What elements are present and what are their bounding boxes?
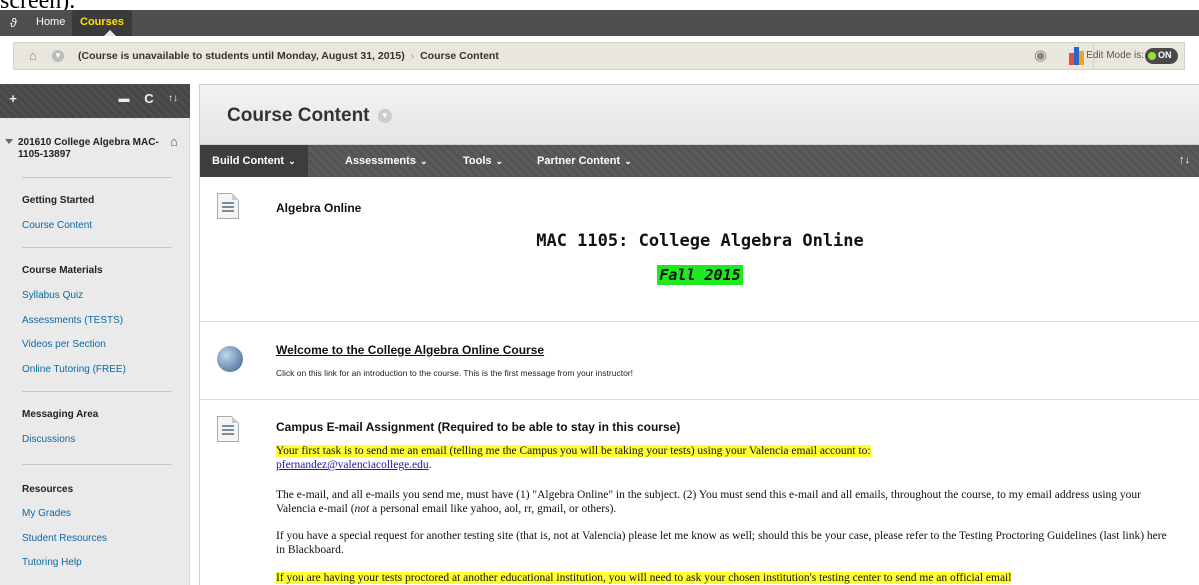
add-menu-item-icon[interactable]: + <box>6 92 20 106</box>
breadcrumb-bar: ⌂ ▼ (Course is unavailable to students u… <box>0 36 1199 80</box>
course-menu: + ▬ C ↑↓ 201610 College Algebra MAC-1105… <box>0 84 190 585</box>
menu-item-syllabus-quiz[interactable]: Syllabus Quiz <box>22 290 83 301</box>
partner-content-label: Partner Content <box>537 155 621 167</box>
edit-mode-label: Edit Mode is: <box>1086 50 1144 61</box>
collapse-triangle-icon[interactable] <box>5 139 13 144</box>
content-header: Course Content ▼ <box>200 85 1199 145</box>
menu-item-tutoring-help[interactable]: Tutoring Help <box>22 557 82 568</box>
course-name[interactable]: 201610 College Algebra MAC-1105-13897 <box>18 137 168 161</box>
content-item-email-assignment: Campus E-mail Assignment (Required to be… <box>200 400 1199 585</box>
menu-heading-resources: Resources <box>22 484 74 495</box>
menu-item-my-grades[interactable]: My Grades <box>22 508 71 519</box>
page-title-text: Course Content <box>227 105 370 126</box>
page: screen). ϑ Home Courses ⌂ ▼ (Course is u… <box>0 0 1199 585</box>
page-title: Course Content ▼ <box>227 105 392 127</box>
assessments-label: Assessments <box>345 155 416 167</box>
term-text: Fall 2015 <box>657 265 743 285</box>
divider <box>22 464 172 465</box>
content-item-welcome: Welcome to the College Algebra Online Co… <box>200 322 1199 400</box>
menu-item-discussions[interactable]: Discussions <box>22 434 75 445</box>
chevron-down-icon[interactable]: ▼ <box>52 50 64 62</box>
build-content-button[interactable]: Build Content ⌄ <box>200 145 308 177</box>
reorder-icon[interactable]: ↑↓ <box>1179 154 1190 166</box>
course-tools-icon[interactable] <box>1069 47 1084 65</box>
chevron-down-icon[interactable]: ▼ <box>377 108 392 123</box>
home-icon[interactable]: ⌂ <box>29 49 43 63</box>
menu-heading-getting-started: Getting Started <box>22 195 95 206</box>
partner-content-button[interactable]: Partner Content ⌄ <box>525 145 644 177</box>
document-icon <box>217 193 239 219</box>
chevron-down-icon: ⌄ <box>419 156 428 166</box>
menu-item-assessments[interactable]: Assessments (TESTS) <box>22 315 123 326</box>
document-icon <box>217 416 239 442</box>
menu-item-videos[interactable]: Videos per Section <box>22 339 106 350</box>
email-link[interactable]: pfernandez@valenciacollege.edu <box>276 459 429 471</box>
top-nav: ϑ Home Courses <box>0 10 1199 36</box>
breadcrumb-separator: › <box>410 50 415 62</box>
action-bar: Build Content ⌄ Assessments ⌄ Tools ⌄ Partn… <box>200 145 1199 177</box>
content-area: Course Content ▼ Build Content ⌄ Assessme… <box>199 84 1199 585</box>
course-menu-toolbar: + ▬ C ↑↓ <box>0 84 190 118</box>
folder-view-icon[interactable]: ▬ <box>117 92 131 106</box>
edit-mode-toggle[interactable]: ON <box>1145 48 1178 64</box>
menu-heading-course-materials: Course Materials <box>22 265 103 276</box>
divider <box>22 177 172 178</box>
edit-mode-value: ON <box>1158 50 1172 60</box>
sort-icon[interactable]: ↑↓ <box>166 92 180 106</box>
tools-button[interactable]: Tools ⌄ <box>451 145 515 177</box>
paragraph-2: The e-mail, and all e-mails you send me,… <box>276 488 1176 516</box>
term-heading: Fall 2015 <box>200 265 1199 285</box>
menu-item-course-content[interactable]: Course Content <box>22 220 92 231</box>
welcome-link[interactable]: Welcome to the College Algebra Online Co… <box>276 343 544 357</box>
chevron-down-icon: ⌄ <box>624 156 632 166</box>
blackboard-logo-icon[interactable]: ϑ <box>10 16 24 30</box>
divider <box>22 391 172 392</box>
tab-home[interactable]: Home <box>28 10 73 36</box>
item-title: Campus E-mail Assignment (Required to be… <box>276 420 681 434</box>
highlighted-text: Your first task is to send me an email (… <box>276 445 871 457</box>
divider <box>22 247 172 248</box>
assessments-button[interactable]: Assessments ⌄ <box>333 145 439 177</box>
build-content-label: Build Content <box>212 155 285 167</box>
breadcrumb: ⌂ ▼ (Course is unavailable to students u… <box>13 42 1185 70</box>
breadcrumb-path: (Course is unavailable to students until… <box>78 50 499 62</box>
breadcrumb-current: Course Content <box>420 50 499 62</box>
paragraph-1: Your first task is to send me an email (… <box>276 445 871 471</box>
menu-item-student-resources[interactable]: Student Resources <box>22 533 107 544</box>
tab-courses[interactable]: Courses <box>72 10 133 36</box>
course-home-icon[interactable]: ⌂ <box>170 135 184 149</box>
chevron-down-icon: ⌄ <box>288 156 296 166</box>
emphasis-not: not <box>354 503 370 515</box>
paragraph-4: If you are having your tests proctored a… <box>276 571 1176 585</box>
tools-label: Tools <box>463 155 492 167</box>
item-description: Click on this link for an introduction t… <box>276 368 633 378</box>
student-preview-icon[interactable]: ◉ <box>1034 48 1054 64</box>
highlighted-text: If you are having your tests proctored a… <box>276 572 1012 584</box>
menu-item-tutoring[interactable]: Online Tutoring (FREE) <box>22 364 126 375</box>
web-link-globe-icon <box>217 346 243 372</box>
tab-courses-label: Courses <box>80 16 125 28</box>
item-title: Algebra Online <box>276 201 362 215</box>
menu-heading-messaging: Messaging Area <box>22 409 99 420</box>
paragraph-3: If you have a special request for anothe… <box>276 530 1167 556</box>
paragraph-2-text-b: a personal email like yahoo, aol, rr, gm… <box>369 503 617 515</box>
chevron-down-icon: ⌄ <box>495 156 504 166</box>
refresh-icon[interactable]: C <box>142 92 156 106</box>
breadcrumb-course[interactable]: (Course is unavailable to students until… <box>78 50 405 62</box>
toggle-indicator-icon <box>1148 52 1156 60</box>
course-heading: MAC 1105: College Algebra Online <box>536 231 864 251</box>
content-item-algebra-online: Algebra Online MAC 1105: College Algebra… <box>200 177 1199 322</box>
